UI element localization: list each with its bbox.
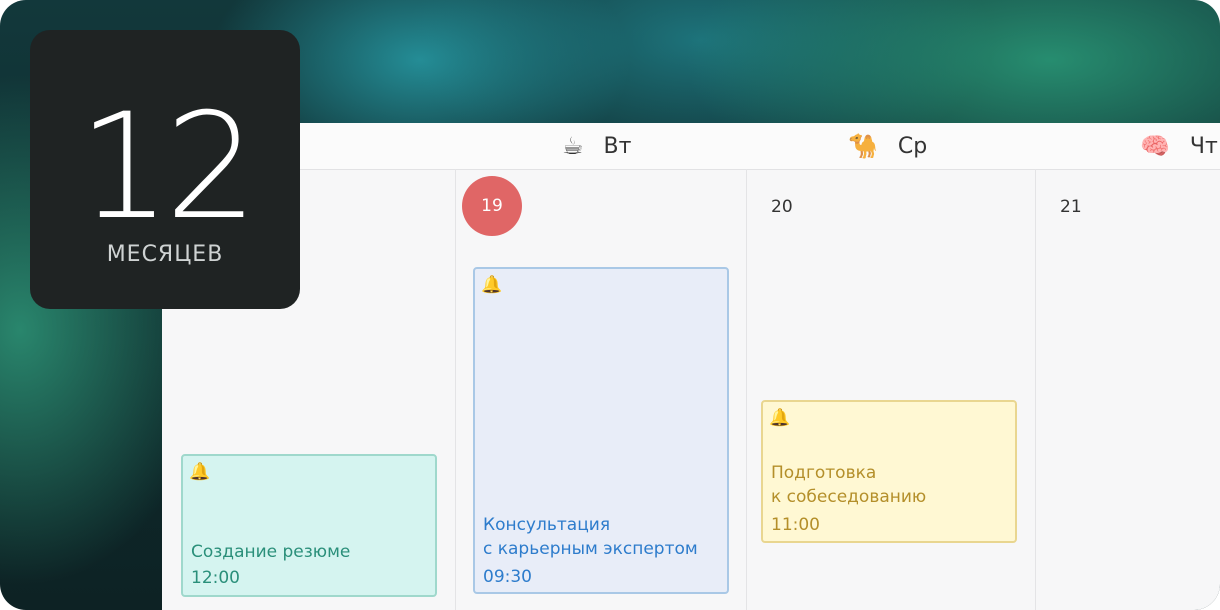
event-title-line2: к собеседованию (771, 487, 927, 507)
event-time: 12:00 (191, 568, 240, 588)
event-card-consultation[interactable]: 🔔 Консультация с карьерным экспертом 09:… (473, 267, 729, 594)
column-divider (455, 169, 456, 610)
duration-unit: МЕСЯЦЕВ (106, 242, 224, 267)
column-divider (1035, 169, 1036, 610)
date-thursday[interactable]: 21 (1060, 197, 1082, 217)
camel-icon: 🐪 (848, 132, 878, 160)
brain-icon: 🧠 (1140, 132, 1170, 160)
event-title-line1: Консультация (483, 515, 611, 535)
column-divider (746, 169, 747, 610)
bell-icon: 🔔 (189, 462, 211, 482)
date-wednesday[interactable]: 20 (771, 197, 793, 217)
event-card-resume[interactable]: 🔔 Создание резюме 12:00 (181, 454, 437, 597)
event-title-line1: Подготовка (771, 463, 877, 483)
bell-icon: 🔔 (769, 408, 791, 428)
calendar-week-view: ☕ Вт 🐪 Ср 🧠 Чт 19 20 21 🔔 Создание резюм… (162, 123, 1220, 610)
event-time: 11:00 (771, 515, 820, 535)
duration-badge: 12 МЕСЯЦЕВ (30, 30, 300, 309)
event-time: 09:30 (483, 567, 532, 587)
event-card-interview-prep[interactable]: 🔔 Подготовка к собеседованию 11:00 (761, 400, 1017, 543)
day-header-tuesday[interactable]: ☕ Вт (562, 123, 631, 169)
bell-icon: 🔔 (481, 275, 503, 295)
event-title-line2: с карьерным экспертом (483, 539, 698, 559)
day-label: Ср (897, 133, 928, 159)
day-header-thursday[interactable]: 🧠 Чт (1140, 123, 1218, 169)
coffee-icon: ☕ (562, 132, 584, 160)
day-header-wednesday[interactable]: 🐪 Ср (848, 123, 927, 169)
calendar-header: ☕ Вт 🐪 Ср 🧠 Чт (162, 123, 1220, 170)
day-label: Вт (603, 133, 632, 159)
promo-frame: ☕ Вт 🐪 Ср 🧠 Чт 19 20 21 🔔 Создание резюм… (0, 0, 1220, 610)
today-date-badge[interactable]: 19 (462, 176, 522, 236)
duration-number: 12 (78, 82, 258, 252)
day-label: Чт (1189, 133, 1218, 159)
event-title: Создание резюме (191, 542, 351, 562)
